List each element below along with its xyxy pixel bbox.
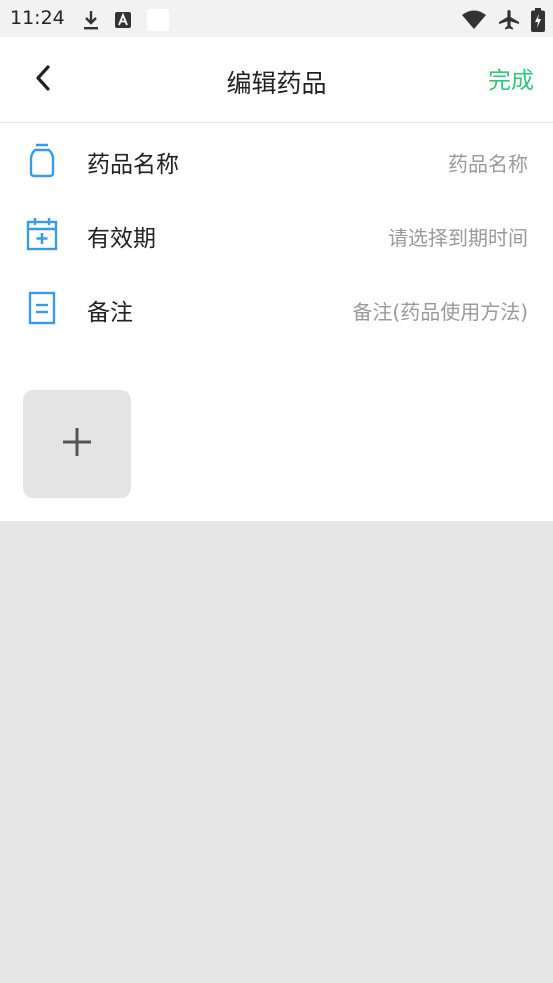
calendar-add-icon	[25, 214, 59, 254]
medicine-name-label: 药品名称	[87, 152, 179, 178]
app-header: 编辑药品 完成	[0, 37, 553, 123]
expiry-date-label: 有效期	[87, 226, 156, 252]
notes-input[interactable]: 备注(药品使用方法)	[352, 296, 528, 325]
status-icons-right	[461, 8, 545, 36]
note-icon	[25, 288, 59, 328]
download-icon	[82, 9, 100, 35]
airplane-icon	[497, 9, 521, 35]
status-bar: 11:24	[0, 0, 553, 37]
expiry-date-row[interactable]: 有效期 请选择到期时间	[0, 197, 553, 271]
done-button[interactable]: 完成	[488, 61, 534, 95]
medicine-name-row[interactable]: 药品名称 药品名称	[0, 123, 553, 197]
plus-icon	[60, 425, 94, 463]
font-a-icon	[114, 11, 132, 33]
expiry-date-picker[interactable]: 请选择到期时间	[388, 222, 528, 251]
blank-notification-icon	[146, 8, 170, 36]
notes-row[interactable]: 备注 备注(药品使用方法)	[0, 271, 553, 345]
battery-charging-icon	[531, 8, 545, 36]
add-photo-button[interactable]	[23, 390, 131, 498]
medicine-form: 药品名称 药品名称 有效期 请选择到期时间 备注 备注(药品使用方法)	[0, 123, 553, 521]
status-icons-left	[82, 8, 170, 36]
page-title: 编辑药品	[226, 69, 327, 98]
medicine-name-input[interactable]: 药品名称	[448, 148, 528, 177]
medicine-bottle-icon	[25, 140, 59, 180]
notes-label: 备注	[87, 300, 133, 326]
status-time: 11:24	[10, 7, 65, 29]
wifi-icon	[461, 10, 487, 34]
